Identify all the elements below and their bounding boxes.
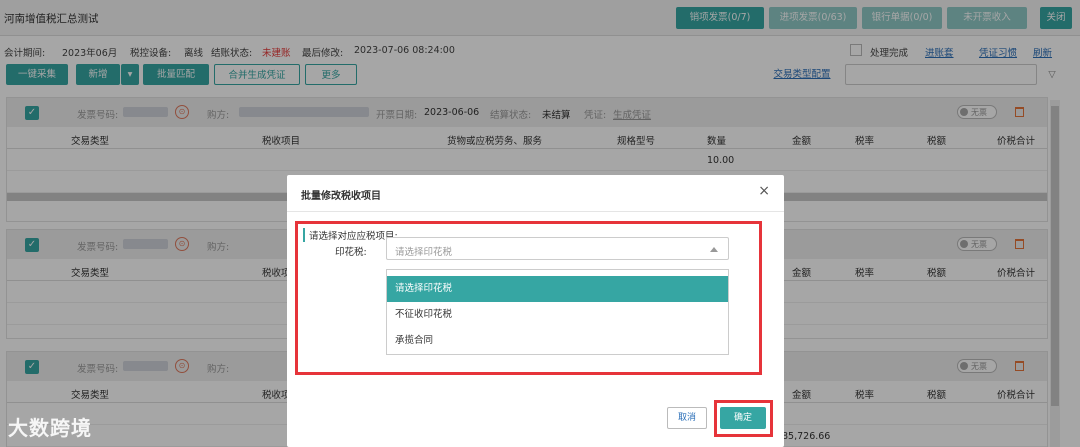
stamp-tax-label: 印花税: xyxy=(335,247,367,258)
dialog-title: 批量修改税收项目 xyxy=(301,191,381,202)
close-icon[interactable]: × xyxy=(758,183,770,199)
divider xyxy=(287,211,784,212)
chevron-up-icon xyxy=(710,247,718,252)
field-label: 请选择对应应税项目: xyxy=(303,228,398,242)
select-placeholder: 请选择印花税 xyxy=(395,247,453,258)
option-select-stamp-tax[interactable]: 请选择印花税 xyxy=(387,276,728,302)
watermark-logo: 大数跨境 xyxy=(8,416,92,440)
cancel-button[interactable]: 取消 xyxy=(667,407,707,429)
batch-edit-dialog: 批量修改税收项目 × 请选择对应应税项目: 印花税: 请选择印花税 请选择印花税… xyxy=(287,175,784,447)
option-contracting[interactable]: 承揽合同 xyxy=(387,328,728,354)
ok-button[interactable]: 确定 xyxy=(720,407,766,429)
option-no-stamp-tax[interactable]: 不征收印花税 xyxy=(387,302,728,328)
stamp-tax-select[interactable]: 请选择印花税 xyxy=(386,237,729,260)
stamp-tax-dropdown: 请选择印花税 不征收印花税 承揽合同 xyxy=(386,269,729,355)
